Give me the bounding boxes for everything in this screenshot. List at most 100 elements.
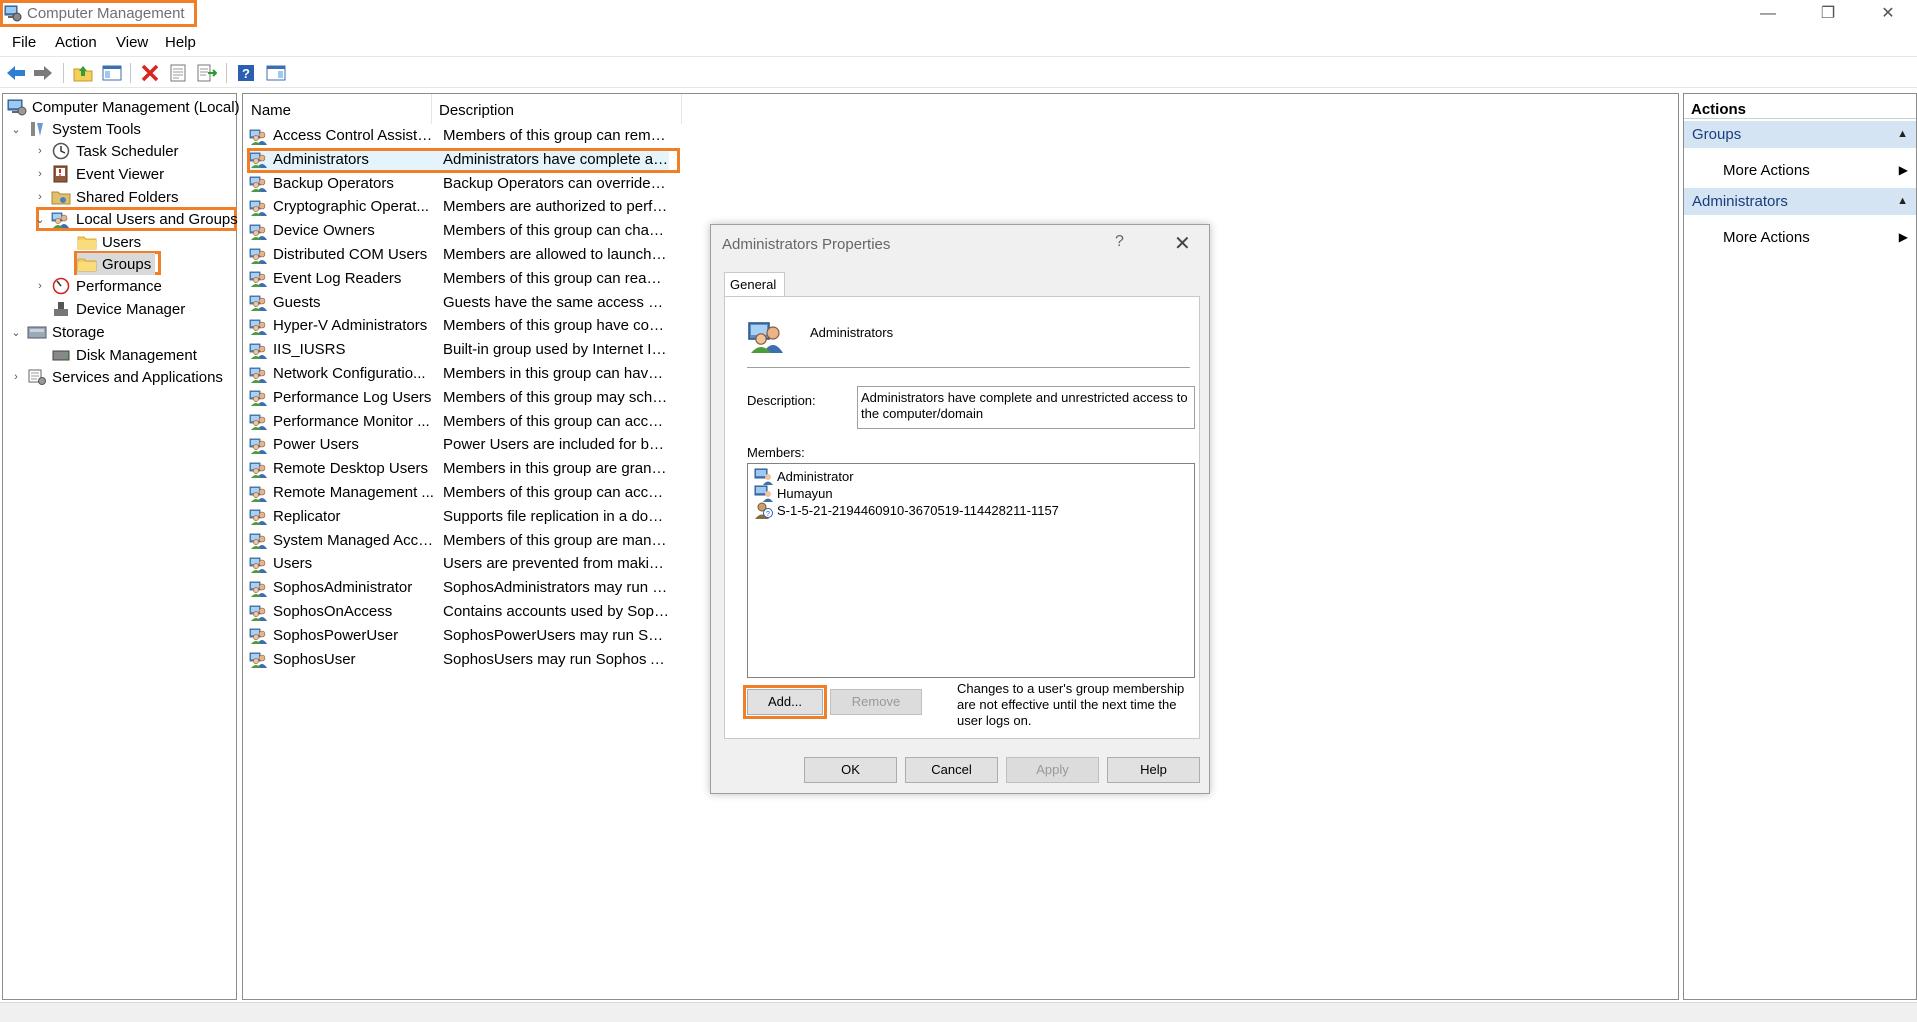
group-icon	[249, 603, 269, 621]
group-icon	[249, 531, 269, 549]
group-name: Guests	[273, 293, 321, 311]
tree-item-performance[interactable]: › Performance	[33, 275, 162, 297]
tree-item-device-manager[interactable]: Device Manager	[51, 298, 185, 320]
menu-file[interactable]: File	[12, 34, 36, 51]
group-description: Members of this group have comp...	[443, 317, 669, 335]
column-header-description[interactable]: Description	[439, 102, 514, 119]
list-item[interactable]: Replicator Supports file replication in a…	[249, 505, 669, 528]
remove-button[interactable]: Remove	[830, 689, 922, 715]
folder-icon	[77, 255, 97, 273]
tree-label: Device Manager	[76, 300, 186, 318]
dialog-help-icon[interactable]: ?	[1115, 233, 1124, 251]
chevron-right-icon[interactable]: ›	[33, 280, 47, 292]
list-item[interactable]: Guests Guests have the same access as m..…	[249, 291, 669, 314]
list-item[interactable]: SophosOnAccess Contains accounts used by …	[249, 600, 669, 623]
restore-button[interactable]: ❐	[1806, 2, 1850, 26]
delete-icon[interactable]	[139, 62, 161, 84]
list-item[interactable]: Access Control Assista... Members of this…	[249, 124, 669, 147]
list-item[interactable]: Device Owners Members of this group can c…	[249, 219, 669, 242]
column-header-name[interactable]: Name	[251, 102, 291, 119]
group-description: SophosAdministrators may run So...	[443, 579, 669, 597]
chevron-down-icon[interactable]: ⌄	[33, 213, 47, 226]
tree-item-storage[interactable]: ⌄ Storage	[9, 321, 104, 343]
chevron-right-icon[interactable]: ›	[33, 168, 47, 180]
close-button[interactable]: ✕	[1866, 2, 1910, 26]
up-folder-icon[interactable]	[72, 62, 94, 84]
menu-help[interactable]: Help	[165, 34, 196, 51]
list-item[interactable]: Users Users are prevented from making ...	[249, 552, 669, 575]
member-item[interactable]: ? S-1-5-21-2194460910-3670519-114428211-…	[754, 500, 1059, 520]
list-item[interactable]: Remote Management ... Members of this gro…	[249, 481, 669, 504]
more-actions-administrators[interactable]: More Actions	[1723, 229, 1810, 246]
actions-pane: Actions Groups ▲ More Actions ▶ Administ…	[1683, 93, 1917, 1000]
column-separator[interactable]	[431, 94, 432, 124]
chevron-right-icon[interactable]: ›	[33, 191, 47, 203]
menu-action[interactable]: Action	[55, 34, 97, 51]
list-item[interactable]: System Managed Acco... Members of this gr…	[249, 529, 669, 552]
tree-item-users[interactable]: Users	[77, 231, 141, 253]
group-description: Members of this group can read e...	[443, 269, 669, 287]
tree-item-services-apps[interactable]: › Services and Applications	[9, 366, 223, 388]
group-description: Members of this group are manag...	[443, 531, 669, 549]
tree-item-task-scheduler[interactable]: › Task Scheduler	[33, 140, 178, 162]
list-item[interactable]: Performance Log Users Members of this gro…	[249, 386, 669, 409]
list-item[interactable]: Hyper-V Administrators Members of this gr…	[249, 314, 669, 337]
more-actions-groups[interactable]: More Actions	[1723, 162, 1810, 179]
column-separator[interactable]	[681, 94, 682, 124]
help-icon[interactable]: ?	[235, 62, 257, 84]
tree-item-root[interactable]: Computer Management (Local)	[7, 96, 240, 118]
minimize-button[interactable]: —	[1746, 2, 1790, 26]
list-item[interactable]: Backup Operators Backup Operators can ove…	[249, 172, 669, 195]
tree-item-event-viewer[interactable]: › Event Viewer	[33, 163, 164, 185]
group-icon	[249, 460, 269, 478]
tree-item-shared-folders[interactable]: › Shared Folders	[33, 186, 178, 208]
collapse-up-icon[interactable]: ▲	[1897, 128, 1908, 140]
list-item[interactable]: SophosUser SophosUsers may run Sophos Ant…	[249, 648, 669, 671]
help-button[interactable]: Help	[1107, 757, 1200, 783]
collapse-up-icon[interactable]: ▲	[1897, 195, 1908, 207]
members-list[interactable]: Administrator Humayun ? S-1-5-21-2194460…	[747, 463, 1195, 678]
menu-view[interactable]: View	[116, 34, 148, 51]
apply-button[interactable]: Apply	[1006, 757, 1099, 783]
tree-item-groups[interactable]: Groups	[77, 253, 156, 275]
members-label: Members:	[747, 445, 805, 460]
list-item[interactable]: Event Log Readers Members of this group c…	[249, 267, 669, 290]
tools-icon	[27, 120, 47, 138]
list-item[interactable]: SophosPowerUser SophosPowerUsers may run …	[249, 624, 669, 647]
list-item[interactable]: Cryptographic Operat... Members are autho…	[249, 195, 669, 218]
back-icon[interactable]	[5, 62, 27, 84]
chevron-down-icon[interactable]: ⌄	[9, 123, 23, 136]
group-icon	[249, 293, 269, 311]
actions-section-administrators[interactable]: Administrators ▲	[1684, 188, 1916, 215]
group-name: Backup Operators	[273, 174, 394, 192]
description-field[interactable]: Administrators have complete and unrestr…	[857, 386, 1195, 429]
forward-icon[interactable]	[32, 62, 54, 84]
folder-icon	[77, 233, 97, 251]
group-name: Performance Log Users	[273, 388, 432, 406]
list-item[interactable]: Remote Desktop Users Members in this grou…	[249, 457, 669, 480]
list-item[interactable]: IIS_IUSRS Built-in group used by Internet…	[249, 338, 669, 361]
actions-section-groups[interactable]: Groups ▲	[1684, 121, 1916, 148]
dialog-close-icon[interactable]: ✕	[1174, 231, 1191, 256]
group-icon	[249, 507, 269, 525]
group-icon	[249, 436, 269, 454]
chevron-right-icon[interactable]: ›	[9, 371, 23, 383]
show-hide-tree-icon[interactable]	[101, 62, 123, 84]
list-item[interactable]: Performance Monitor ... Members of this g…	[249, 410, 669, 433]
list-item[interactable]: SophosAdministrator SophosAdministrators …	[249, 576, 669, 599]
properties-icon[interactable]	[167, 62, 189, 84]
tree-item-disk-management[interactable]: Disk Management	[51, 344, 197, 366]
ok-button[interactable]: OK	[804, 757, 897, 783]
list-item[interactable]: Distributed COM Users Members are allowed…	[249, 243, 669, 266]
cancel-button[interactable]: Cancel	[905, 757, 998, 783]
tab-general[interactable]: General	[724, 272, 785, 297]
tree-item-local-users-groups[interactable]: ⌄ Local Users and Groups	[33, 208, 238, 230]
show-hide-action-pane-icon[interactable]	[265, 62, 287, 84]
tree-item-system-tools[interactable]: ⌄ System Tools	[9, 118, 141, 140]
group-name: Replicator	[273, 507, 341, 525]
list-item[interactable]: Network Configuratio... Members in this g…	[249, 362, 669, 385]
chevron-right-icon[interactable]: ›	[33, 145, 47, 157]
chevron-down-icon[interactable]: ⌄	[9, 326, 23, 339]
export-icon[interactable]	[196, 62, 218, 84]
list-item[interactable]: Power Users Power Users are included for …	[249, 433, 669, 456]
